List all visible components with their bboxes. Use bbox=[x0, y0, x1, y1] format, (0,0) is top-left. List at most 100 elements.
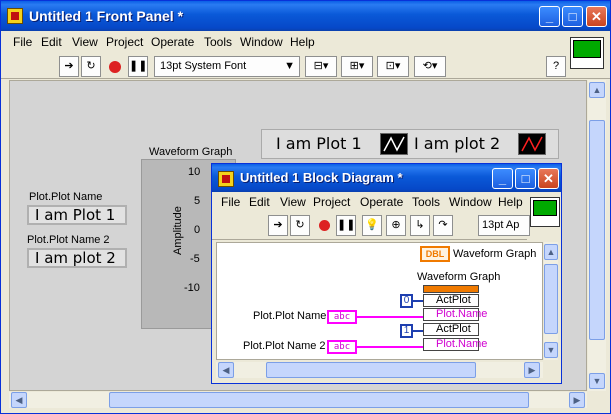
close-button[interactable]: ✕ bbox=[586, 6, 607, 27]
ytick-0: 0 bbox=[194, 224, 201, 236]
close-button[interactable]: ✕ bbox=[538, 168, 559, 189]
graph-ylabel: Amplitude bbox=[172, 206, 184, 255]
menu-help[interactable]: Help bbox=[498, 195, 523, 209]
minimize-button[interactable]: _ bbox=[492, 168, 513, 189]
actplot-2-label: ActPlot bbox=[436, 323, 471, 335]
menu-project[interactable]: Project bbox=[106, 35, 143, 49]
menu-operate[interactable]: Operate bbox=[151, 35, 194, 49]
menu-edit[interactable]: Edit bbox=[41, 35, 62, 49]
plot-name-2-label: Plot.Plot Name 2 bbox=[27, 234, 110, 246]
highlight-execution-icon[interactable]: 💡 bbox=[362, 215, 382, 236]
vertical-scroll-thumb[interactable] bbox=[589, 120, 605, 340]
pause-icon[interactable]: ❚❚ bbox=[336, 215, 356, 236]
step-over-icon[interactable]: ↷ bbox=[433, 215, 453, 236]
ytick-neg10: -10 bbox=[184, 282, 200, 294]
front-panel-titlebar[interactable]: Untitled 1 Front Panel * _ □ ✕ bbox=[1, 1, 610, 31]
scroll-up-icon[interactable]: ▲ bbox=[589, 82, 605, 98]
plot-1-line-icon bbox=[383, 136, 405, 152]
maximize-button[interactable]: □ bbox=[562, 6, 583, 27]
property-node-header[interactable] bbox=[423, 285, 479, 293]
maximize-button[interactable]: □ bbox=[515, 168, 536, 189]
run-arrow-icon[interactable]: ➔ bbox=[59, 56, 79, 77]
step-into-icon[interactable]: ↳ bbox=[410, 215, 430, 236]
vi-icon-pane[interactable] bbox=[570, 37, 604, 69]
reorder-icon[interactable]: ⟲▾ bbox=[414, 56, 446, 77]
block-diagram-titlebar[interactable]: Untitled 1 Block Diagram * _ □ ✕ bbox=[212, 164, 561, 192]
block-diagram-menubar: File Edit View Project Operate Tools Win… bbox=[212, 192, 561, 212]
legend-plot-1-name: I am Plot 1 bbox=[276, 134, 362, 153]
menu-operate[interactable]: Operate bbox=[360, 195, 403, 209]
graph-icon bbox=[573, 40, 601, 58]
menu-edit[interactable]: Edit bbox=[249, 195, 270, 209]
legend-plot-1-swatch[interactable] bbox=[380, 133, 408, 155]
scroll-left-icon[interactable]: ◀ bbox=[11, 392, 27, 408]
property-row-actplot-2[interactable]: ActPlot bbox=[423, 323, 479, 336]
property-node-title: Waveform Graph bbox=[417, 271, 501, 283]
run-continuously-icon[interactable]: ↻ bbox=[290, 215, 310, 236]
menu-help[interactable]: Help bbox=[290, 35, 315, 49]
scroll-right-icon[interactable]: ▶ bbox=[569, 392, 585, 408]
graph-terminal-label: Waveform Graph bbox=[453, 248, 537, 260]
scroll-up-icon[interactable]: ▲ bbox=[544, 244, 558, 260]
vertical-scroll-thumb[interactable] bbox=[544, 264, 558, 334]
property-row-actplot-1[interactable]: ActPlot bbox=[423, 294, 479, 307]
plot-name-2-control[interactable]: I am plot 2 bbox=[27, 248, 127, 268]
constant-1[interactable]: 1 bbox=[400, 324, 413, 338]
block-diagram-horizontal-scrollbar[interactable]: ◀ ▶ bbox=[216, 362, 543, 378]
block-diagram-vertical-scrollbar[interactable]: ▲ ▼ bbox=[544, 242, 558, 360]
ytick-5: 5 bbox=[194, 195, 201, 207]
plotname-2-label: Plot.Name bbox=[436, 338, 488, 350]
constant-0[interactable]: 0 bbox=[400, 294, 413, 308]
distribute-objects-icon[interactable]: ⊞▾ bbox=[341, 56, 373, 77]
wire-string-2 bbox=[357, 346, 423, 348]
front-panel-horizontal-scrollbar[interactable]: ◀ ▶ bbox=[9, 392, 587, 408]
run-continuously-icon[interactable]: ↻ bbox=[81, 56, 101, 77]
horizontal-scroll-thumb[interactable] bbox=[266, 362, 476, 378]
wire-string-1 bbox=[357, 316, 423, 318]
font-select[interactable]: 13pt Ap bbox=[478, 215, 530, 236]
plot-name-control[interactable]: I am Plot 1 bbox=[27, 205, 127, 225]
graph-icon bbox=[533, 200, 557, 216]
wire-const-0 bbox=[413, 300, 423, 302]
input-2-label: Plot.Plot Name 2 bbox=[243, 340, 326, 352]
retain-wire-values-icon[interactable]: ⊕ bbox=[386, 215, 406, 236]
vi-icon-pane[interactable] bbox=[530, 197, 560, 227]
property-row-plotname-2[interactable]: Plot.Name bbox=[423, 338, 487, 351]
plotname-1-label: Plot.Name bbox=[436, 308, 488, 320]
scroll-right-icon[interactable]: ▶ bbox=[524, 362, 540, 378]
property-row-plotname-1[interactable]: Plot.Name bbox=[423, 308, 487, 321]
menu-file[interactable]: File bbox=[13, 35, 32, 49]
scroll-left-icon[interactable]: ◀ bbox=[218, 362, 234, 378]
align-objects-icon[interactable]: ⊟▾ bbox=[305, 56, 337, 77]
menu-view[interactable]: View bbox=[72, 35, 98, 49]
ytick-10: 10 bbox=[188, 166, 201, 178]
menu-project[interactable]: Project bbox=[313, 195, 350, 209]
plot-legend[interactable]: I am Plot 1 I am plot 2 bbox=[261, 129, 559, 159]
scroll-down-icon[interactable]: ▼ bbox=[589, 373, 605, 389]
resize-objects-icon[interactable]: ⊡▾ bbox=[377, 56, 409, 77]
run-arrow-icon[interactable]: ➔ bbox=[268, 215, 288, 236]
block-diagram-window: Untitled 1 Block Diagram * _ □ ✕ File Ed… bbox=[211, 163, 562, 384]
front-panel-vertical-scrollbar[interactable]: ▲ ▼ bbox=[588, 80, 606, 391]
horizontal-scroll-thumb[interactable] bbox=[109, 392, 529, 408]
menu-view[interactable]: View bbox=[280, 195, 306, 209]
menu-tools[interactable]: Tools bbox=[412, 195, 440, 209]
plot-2-line-icon bbox=[521, 136, 543, 152]
scroll-down-icon[interactable]: ▼ bbox=[544, 342, 558, 358]
legend-plot-2-swatch[interactable] bbox=[518, 133, 546, 155]
pause-icon[interactable]: ❚❚ bbox=[128, 56, 148, 77]
minimize-button[interactable]: _ bbox=[539, 6, 560, 27]
graph-terminal-dbl[interactable]: DBL bbox=[420, 246, 450, 262]
help-icon[interactable]: ? bbox=[546, 56, 566, 77]
menu-file[interactable]: File bbox=[221, 195, 240, 209]
menu-window[interactable]: Window bbox=[449, 195, 492, 209]
abort-icon[interactable] bbox=[105, 56, 125, 77]
string-terminal-2[interactable]: abc bbox=[327, 340, 357, 354]
abort-icon[interactable] bbox=[314, 215, 334, 236]
menu-window[interactable]: Window bbox=[240, 35, 283, 49]
string-terminal-1[interactable]: abc bbox=[327, 310, 357, 324]
font-select[interactable]: 13pt System Font ▼ bbox=[154, 56, 300, 77]
block-diagram-canvas[interactable]: DBL Waveform Graph Waveform Graph ActPlo… bbox=[216, 242, 543, 360]
font-select-value: 13pt Ap bbox=[482, 219, 520, 231]
menu-tools[interactable]: Tools bbox=[204, 35, 232, 49]
